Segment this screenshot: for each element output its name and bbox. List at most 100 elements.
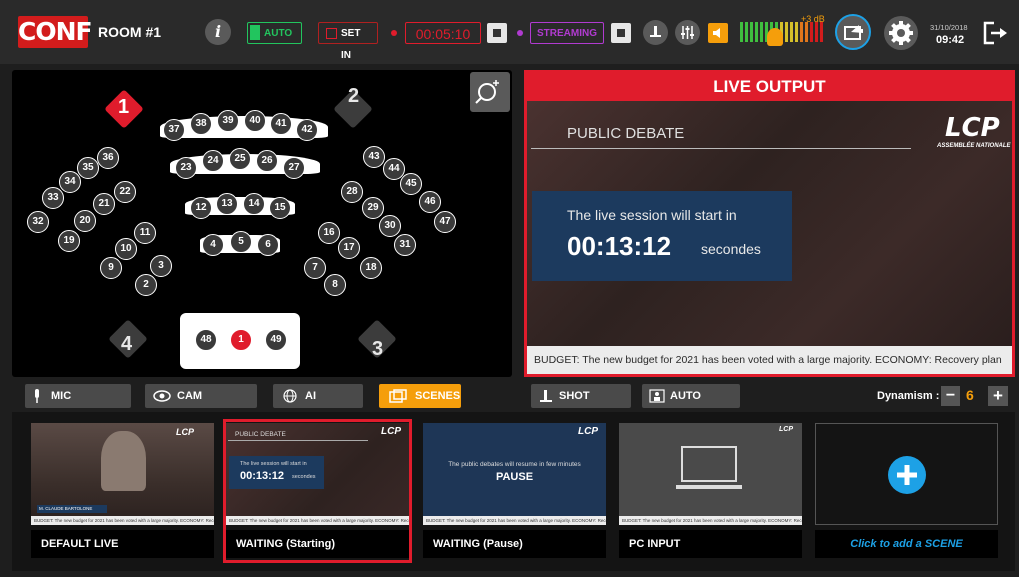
scene-label[interactable]: WAITING (Pause): [423, 530, 606, 558]
speaker-seat-active[interactable]: 1: [230, 329, 252, 351]
record-dot: [391, 30, 397, 36]
seat[interactable]: 42: [296, 119, 318, 141]
seat[interactable]: 47: [434, 211, 456, 233]
scenes-button[interactable]: SCENES: [379, 384, 461, 408]
seat[interactable]: 40: [244, 110, 266, 132]
scene-label[interactable]: WAITING (Starting): [226, 530, 409, 558]
auto-label: AUTO: [264, 28, 293, 39]
seat[interactable]: 31: [394, 234, 416, 256]
scene-thumbnail[interactable]: PUBLIC DEBATE LCP The live session will …: [226, 423, 409, 525]
seat[interactable]: 33: [42, 187, 64, 209]
seat[interactable]: 41: [270, 113, 292, 135]
stop-stream-button[interactable]: [611, 23, 631, 43]
scene-thumbnail[interactable]: LCP The public debates will resume in fe…: [423, 423, 606, 525]
dynamism-increase-button[interactable]: +: [988, 386, 1008, 406]
seat[interactable]: 25: [229, 148, 251, 170]
add-scene-label[interactable]: Click to add a SCENE: [815, 530, 998, 558]
seat[interactable]: 22: [114, 181, 136, 203]
live-output-panel: LIVE OUTPUT PUBLIC DEBATE LCP ASSEMBLÉE …: [524, 70, 1015, 377]
seat[interactable]: 8: [324, 274, 346, 296]
seat[interactable]: 11: [134, 222, 156, 244]
scene-countdown-box: The live session will start in 00:13:12 …: [229, 456, 324, 489]
seat[interactable]: 37: [163, 119, 185, 141]
scenes-icon: [389, 389, 407, 403]
sliders-icon: [681, 26, 694, 39]
auto-toggle[interactable]: AUTO: [247, 22, 302, 44]
seat[interactable]: 36: [97, 147, 119, 169]
shot-adjust-button[interactable]: SHOT ADJUST: [531, 384, 631, 426]
scene-label[interactable]: DEFAULT LIVE: [31, 530, 214, 558]
scene-countdown-message: The live session will start in: [240, 461, 307, 467]
seat[interactable]: 15: [269, 197, 291, 219]
camera-number: 2: [348, 85, 360, 107]
ai-status-button[interactable]: AI STATUS: [273, 384, 363, 426]
zoom-button[interactable]: [470, 72, 510, 112]
seat[interactable]: 13: [216, 193, 238, 215]
channel-logo: LCP: [578, 426, 598, 437]
level-knob[interactable]: [767, 28, 783, 46]
seat[interactable]: 34: [59, 171, 81, 193]
settings-button[interactable]: [884, 16, 918, 50]
seat[interactable]: 19: [58, 230, 80, 252]
set-in-button[interactable]: SET IN: [318, 22, 378, 61]
scenes-label: SCENES: [415, 390, 461, 402]
mute-button[interactable]: [708, 23, 728, 43]
seat[interactable]: 5: [230, 231, 252, 253]
seat[interactable]: 38: [190, 113, 212, 135]
news-ticker: BUDGET: The new budget for 2021 has been…: [527, 346, 1012, 374]
zoom-in-icon: [475, 80, 499, 104]
seat[interactable]: 9: [100, 257, 122, 279]
seat[interactable]: 17: [338, 237, 360, 259]
seat[interactable]: 2: [135, 274, 157, 296]
seat[interactable]: 14: [243, 193, 265, 215]
seat[interactable]: 21: [93, 193, 115, 215]
auto-frame-button[interactable]: AUTO FRAME: [642, 384, 740, 426]
seat[interactable]: 10: [115, 238, 137, 260]
camera-number: 3: [372, 338, 384, 360]
seat[interactable]: 27: [283, 157, 305, 179]
add-scene-icon[interactable]: [888, 456, 926, 494]
seat[interactable]: 12: [190, 197, 212, 219]
seat[interactable]: 35: [77, 157, 99, 179]
room-name: ROOM #1: [98, 24, 162, 40]
seat[interactable]: 24: [202, 150, 224, 172]
seat[interactable]: 23: [175, 157, 197, 179]
share-button[interactable]: [835, 14, 871, 50]
seat[interactable]: 4: [202, 234, 224, 256]
speaker-seat[interactable]: 48: [195, 329, 217, 351]
gear-icon: [889, 21, 913, 45]
info-button[interactable]: i: [205, 19, 231, 45]
seat[interactable]: 6: [257, 234, 279, 256]
seat[interactable]: 3: [150, 255, 172, 277]
seat[interactable]: 39: [217, 110, 239, 132]
seat[interactable]: 18: [360, 257, 382, 279]
camera-number: 1: [118, 96, 130, 118]
seat[interactable]: 28: [341, 181, 363, 203]
scene-label[interactable]: PC INPUT: [619, 530, 802, 558]
add-scene-tile[interactable]: [815, 423, 998, 525]
seat[interactable]: 20: [74, 210, 96, 232]
logout-button[interactable]: [980, 18, 1010, 48]
seat[interactable]: 43: [363, 146, 385, 168]
scene-thumbnail[interactable]: LCP M. CLAUDE BARTOLONE BUDGET: The new …: [31, 423, 214, 525]
set-in-label: SET IN: [341, 28, 361, 61]
speaker-seat[interactable]: 49: [265, 329, 287, 351]
seat[interactable]: 46: [419, 191, 441, 213]
app-logo: CONF: [18, 16, 93, 48]
seat[interactable]: 7: [304, 257, 326, 279]
seat[interactable]: 26: [256, 150, 278, 172]
recording-timer: 00:05:10: [405, 22, 481, 44]
shot-adjust-quick-button[interactable]: [643, 20, 668, 45]
cam-preview-button[interactable]: CAM PREVIEW: [145, 384, 257, 426]
mixer-button[interactable]: [675, 20, 700, 45]
dynamism-decrease-button[interactable]: −: [941, 386, 960, 406]
mic-speakers-button[interactable]: MIC SPEAKERS: [25, 384, 131, 426]
seat[interactable]: 29: [362, 197, 384, 219]
seat[interactable]: 16: [318, 222, 340, 244]
seat[interactable]: 32: [27, 211, 49, 233]
stop-record-button[interactable]: [487, 23, 507, 43]
stream-dot: [517, 30, 523, 36]
seat[interactable]: 45: [400, 173, 422, 195]
scene-thumbnail[interactable]: LCP BUDGET: The new budget for 2021 has …: [619, 423, 802, 525]
seat[interactable]: 30: [379, 215, 401, 237]
